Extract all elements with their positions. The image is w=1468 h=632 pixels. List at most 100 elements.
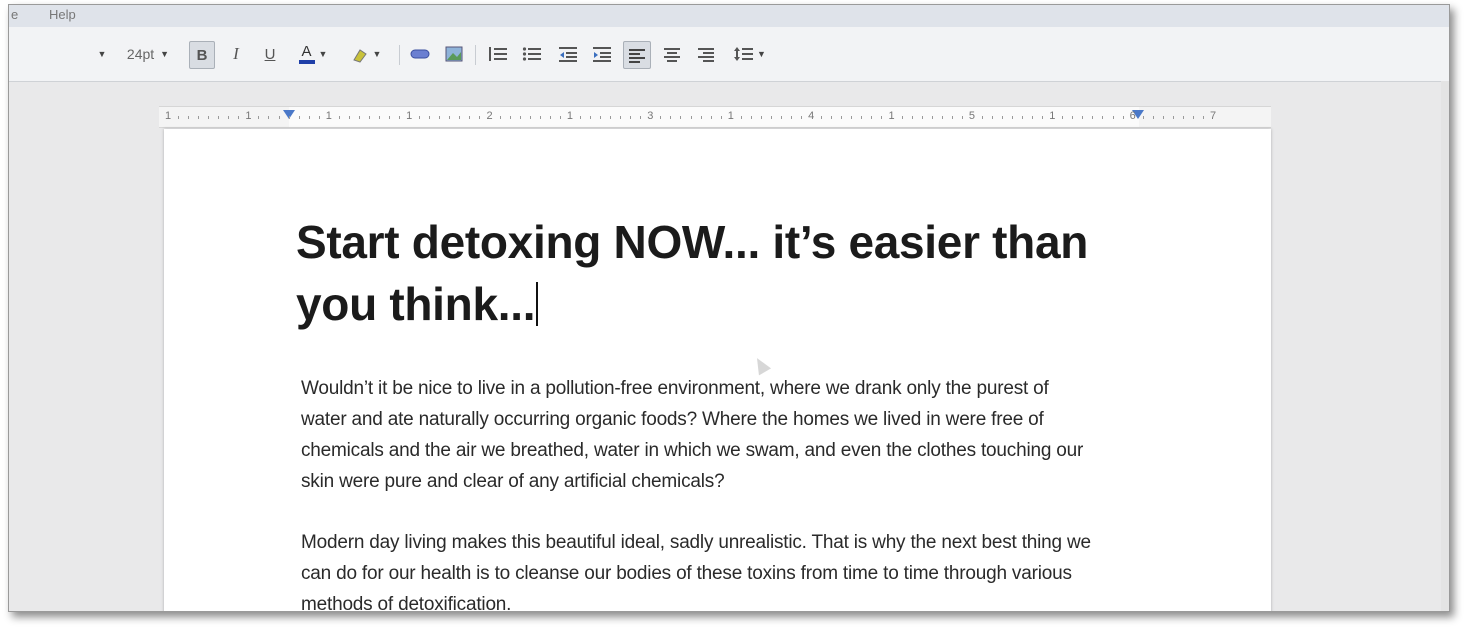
menu-help[interactable]: Help [49, 7, 76, 22]
underline-button[interactable]: U [259, 41, 281, 67]
ruler-tick [368, 116, 370, 119]
font-size-dropdown[interactable]: 24pt ▼ [117, 41, 179, 67]
align-left-button[interactable] [623, 41, 651, 69]
italic-button[interactable]: I [225, 41, 247, 67]
ruler-number: 1 [888, 110, 895, 122]
ruler-tick [710, 116, 712, 119]
ruler-tick [760, 116, 762, 119]
bold-button[interactable]: B [189, 41, 215, 69]
insert-image-button[interactable] [441, 41, 467, 67]
ruler-tick [1012, 116, 1014, 119]
text-cursor [536, 282, 539, 326]
ruler-number: 4 [808, 110, 815, 122]
ruler-tick [258, 116, 260, 119]
ruler-tick [1142, 116, 1144, 119]
chevron-down-icon: ▼ [372, 49, 382, 59]
ruler-tick [1072, 116, 1074, 119]
ruler-tick [298, 116, 300, 119]
decrease-indent-icon [559, 47, 577, 62]
ruler-tick [479, 116, 481, 119]
menu-item-partial[interactable]: e [11, 7, 18, 22]
ruler-number: 1 [406, 110, 413, 122]
ruler-tick [358, 116, 360, 119]
ruler-tick [881, 116, 883, 119]
ruler-number: 1 [165, 110, 172, 122]
highlighter-icon [352, 49, 367, 63]
font-size-value: 24pt [126, 46, 155, 62]
paragraph-line: skin were pure and clear of any artifici… [301, 471, 725, 492]
ruler-tick [389, 116, 391, 119]
toolbar-divider [475, 45, 476, 65]
ruler-number: 6 [1129, 110, 1136, 122]
ruler-number: 1 [325, 110, 332, 122]
ruler-number: 1 [727, 110, 734, 122]
ruler-tick [539, 116, 541, 119]
ruler-tick [218, 116, 220, 119]
ruler-tick [499, 116, 501, 119]
vertical-scrollbar[interactable] [1441, 81, 1449, 611]
ruler-tick [1062, 116, 1064, 119]
align-center-button[interactable] [659, 41, 685, 67]
ruler-tick [720, 116, 722, 119]
ruler-tick [519, 116, 521, 119]
docs-window: e Help ▼ 24pt ▼ B I U A ▼ ▼ ▼ 1 1 1 1 2 … [8, 4, 1450, 612]
align-right-button[interactable] [693, 41, 719, 67]
paragraph[interactable]: Wouldn’t it be nice to live in a polluti… [301, 373, 1141, 497]
bulleted-list-button[interactable] [519, 41, 545, 67]
chevron-down-icon: ▼ [97, 49, 107, 59]
increase-indent-button[interactable] [589, 41, 615, 67]
insert-link-button[interactable] [407, 41, 433, 67]
ruler-tick [1022, 116, 1024, 119]
title-line: Start detoxing NOW... it’s easier than [296, 216, 1089, 268]
ruler-number: 5 [968, 110, 975, 122]
align-center-icon [664, 48, 680, 62]
line-spacing-dropdown[interactable]: ▼ [727, 41, 773, 67]
align-left-icon [629, 49, 645, 63]
ruler-tick [188, 116, 190, 119]
ruler-tick [459, 116, 461, 119]
ruler-tick [399, 116, 401, 119]
numbered-list-button[interactable] [485, 41, 511, 67]
ruler-tick [610, 116, 612, 119]
ruler-tick [579, 116, 581, 119]
document-title[interactable]: Start detoxing NOW... it’s easier than y… [296, 211, 1116, 335]
ruler-tick [780, 116, 782, 119]
ruler-tick [861, 116, 863, 119]
horizontal-ruler[interactable]: 1 1 1 1 2 1 3 1 4 1 5 1 6 7 [159, 106, 1271, 128]
ruler-tick [620, 116, 622, 119]
numbered-list-icon [489, 47, 507, 61]
font-family-dropdown[interactable]: ▼ [95, 41, 109, 67]
ruler-tick [1092, 116, 1094, 119]
ruler-tick [1182, 116, 1184, 119]
ruler-tick [439, 116, 441, 119]
text-color-button[interactable]: A ▼ [293, 41, 333, 67]
ruler-tick [831, 116, 833, 119]
ruler-tick [690, 116, 692, 119]
ruler-tick [821, 116, 823, 119]
bulleted-list-icon [522, 47, 541, 61]
ruler-tick [851, 116, 853, 119]
menubar: e Help [9, 5, 1449, 27]
ruler-tick [469, 116, 471, 119]
ruler-tick [1102, 116, 1104, 119]
ruler-tick [178, 116, 180, 119]
ruler-tick [670, 116, 672, 119]
ruler-number: 1 [1049, 110, 1056, 122]
ruler-tick [559, 116, 561, 119]
paragraph[interactable]: Modern day living makes this beautiful i… [301, 527, 1141, 611]
toolbar-divider [399, 45, 400, 65]
document-page[interactable]: Start detoxing NOW... it’s easier than y… [164, 129, 1271, 611]
paragraph-line: chemicals and the air we breathed, water… [301, 440, 1084, 461]
image-icon [445, 46, 463, 62]
ruler-tick [1192, 116, 1194, 119]
ruler-tick [921, 116, 923, 119]
decrease-indent-button[interactable] [555, 41, 581, 67]
ruler-tick [348, 116, 350, 119]
ruler-tick [590, 116, 592, 119]
ruler-tick [1001, 116, 1003, 119]
ruler-tick [509, 116, 511, 119]
ruler-tick [278, 116, 280, 119]
ruler-tick [660, 116, 662, 119]
highlight-color-button[interactable]: ▼ [345, 41, 387, 67]
ruler-tick [941, 116, 943, 119]
